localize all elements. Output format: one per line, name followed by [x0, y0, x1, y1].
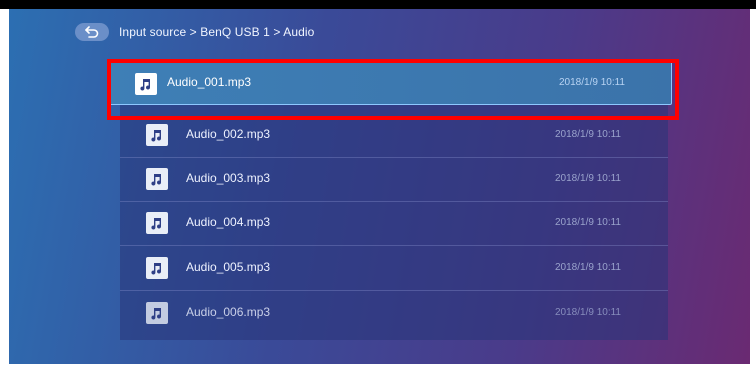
- top-bar: [0, 0, 756, 9]
- return-arrow-icon: [85, 26, 99, 38]
- file-name: Audio_004.mp3: [186, 215, 271, 229]
- file-name: Audio_002.mp3: [186, 127, 271, 141]
- file-item-5[interactable]: Audio_005.mp3 2018/1/9 10:11: [120, 247, 668, 291]
- file-date: 2018/1/9 10:11: [555, 307, 621, 318]
- file-item-2[interactable]: Audio_002.mp3 2018/1/9 10:11: [120, 114, 668, 158]
- music-note-icon: [146, 124, 168, 146]
- file-date: 2018/1/9 10:11: [555, 262, 621, 273]
- file-item-3[interactable]: Audio_003.mp3 2018/1/9 10:11: [120, 158, 668, 202]
- music-note-icon: [146, 302, 168, 324]
- file-item-6[interactable]: Audio_006.mp3 2018/1/9 10:11: [120, 292, 668, 336]
- breadcrumb-text: Input source > BenQ USB 1 > Audio: [119, 25, 315, 39]
- file-name: Audio_005.mp3: [186, 260, 271, 274]
- highlight-box: [107, 59, 679, 120]
- back-button[interactable]: [75, 23, 109, 41]
- file-item-4[interactable]: Audio_004.mp3 2018/1/9 10:11: [120, 202, 668, 246]
- file-date: 2018/1/9 10:11: [555, 173, 621, 184]
- file-date: 2018/1/9 10:11: [555, 129, 621, 140]
- file-name: Audio_003.mp3: [186, 171, 271, 185]
- music-note-icon: [146, 257, 168, 279]
- music-note-icon: [146, 168, 168, 190]
- file-name: Audio_006.mp3: [186, 305, 271, 319]
- music-note-icon: [146, 212, 168, 234]
- file-date: 2018/1/9 10:11: [555, 217, 621, 228]
- breadcrumb: Input source > BenQ USB 1 > Audio: [75, 22, 314, 42]
